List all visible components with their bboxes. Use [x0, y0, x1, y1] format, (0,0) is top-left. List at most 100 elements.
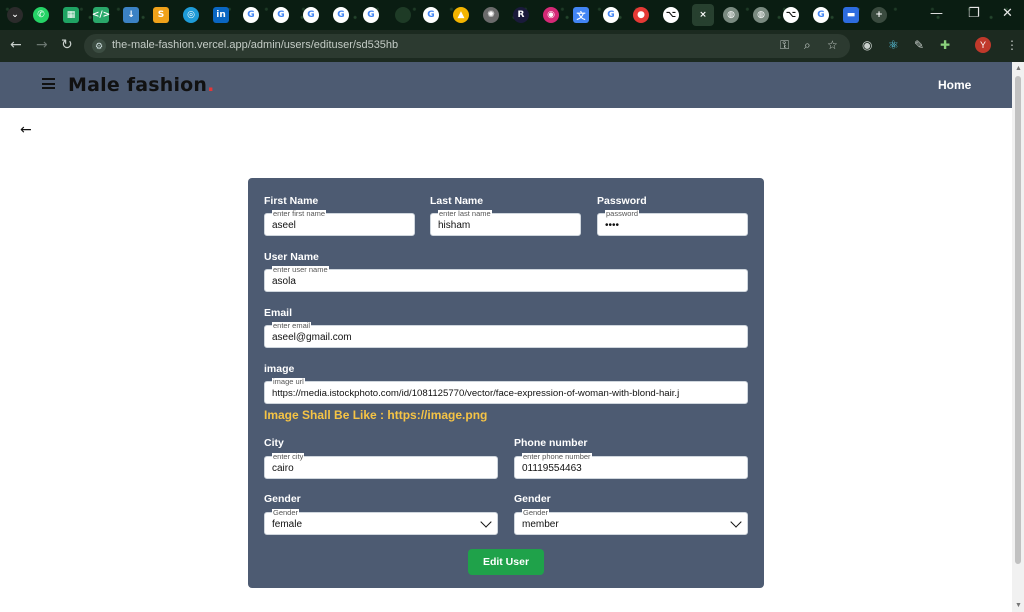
role-select[interactable]: Gender member — [514, 508, 748, 535]
extensions-puzzle-icon[interactable]: ✚ — [940, 38, 950, 52]
city-value[interactable]: cairo — [272, 463, 294, 474]
back-nav-icon[interactable]: ← — [10, 37, 22, 53]
download-icon: ↓ — [123, 7, 139, 23]
hamburger-menu-icon[interactable] — [42, 78, 55, 89]
first-name-value[interactable]: aseel — [272, 220, 296, 231]
extension-dropper-icon[interactable]: ✎ — [914, 38, 924, 52]
last-name-field[interactable]: enter last name hisham — [430, 210, 581, 236]
ai-icon: ✺ — [483, 7, 499, 23]
extension-atom-icon[interactable]: ⚛ — [888, 38, 899, 52]
gender-value[interactable]: female — [272, 519, 302, 530]
browser-tab[interactable]: ● — [630, 4, 652, 26]
email-value[interactable]: aseel@gmail.com — [272, 332, 352, 343]
image-format-hint: Image Shall Be Like : https://image.png — [264, 408, 488, 422]
sheets-icon: ▦ — [63, 7, 79, 23]
chevron-down-icon[interactable] — [730, 516, 742, 528]
linkedin-icon: in — [213, 7, 229, 23]
browser-tab[interactable]: 文 — [570, 4, 592, 26]
browser-tab[interactable]: ↓ — [120, 4, 142, 26]
browser-tab[interactable]: G — [420, 4, 442, 26]
extension-react-icon[interactable]: ◉ — [862, 38, 872, 52]
minimize-window-icon[interactable]: — — [930, 6, 943, 21]
whatsapp-icon: ✆ — [33, 7, 49, 23]
image-url-value[interactable]: https://media.istockphoto.com/id/1081125… — [272, 388, 744, 399]
site-logo[interactable]: Male fashion. — [68, 74, 215, 96]
bookmark-star-icon[interactable]: ☆ — [827, 38, 838, 52]
browser-tab[interactable] — [392, 4, 414, 26]
browser-tab[interactable]: G — [300, 4, 322, 26]
browser-tab[interactable]: ⌥ — [660, 4, 682, 26]
browser-tab[interactable]: ▲ — [450, 4, 472, 26]
browser-tab[interactable]: </> — [90, 4, 112, 26]
browser-tab[interactable]: ◍ — [720, 4, 742, 26]
page-scrollbar[interactable]: ▲ ▼ — [1012, 62, 1024, 612]
restore-window-icon[interactable]: ❐ — [968, 6, 980, 21]
drive-icon: ▲ — [453, 7, 469, 23]
browser-tab[interactable]: in — [210, 4, 232, 26]
zoom-icon[interactable]: ⌕ — [804, 38, 811, 53]
phone-value[interactable]: 01119554463 — [522, 463, 582, 474]
chevron-down-icon[interactable] — [480, 516, 492, 528]
page-viewport: Male fashion. Home ← First Name enter fi… — [0, 62, 1012, 612]
scrollbar-thumb[interactable] — [1015, 76, 1021, 564]
code-icon: </> — [92, 7, 110, 23]
gender-select[interactable]: Gender female — [264, 509, 498, 535]
phone-label: Phone number — [514, 437, 588, 449]
google-icon: G — [303, 7, 319, 23]
browser-tab[interactable]: G — [360, 4, 382, 26]
browser-tab[interactable]: ✺ — [480, 4, 502, 26]
browser-tab[interactable]: G — [270, 4, 292, 26]
browser-tab[interactable]: ◉ — [540, 4, 562, 26]
role-value[interactable]: member — [522, 519, 559, 530]
browser-tab[interactable]: R — [510, 4, 532, 26]
edit-user-button[interactable]: Edit User — [468, 549, 544, 575]
forward-nav-icon[interactable]: → — [36, 37, 48, 53]
phone-field[interactable]: enter phone number 01119554463 — [514, 453, 748, 479]
browser-tab[interactable]: G — [810, 4, 832, 26]
image-url-field[interactable]: image url https://media.istockphoto.com/… — [264, 378, 748, 404]
email-field[interactable]: enter email aseel@gmail.com — [264, 322, 748, 348]
last-name-value[interactable]: hisham — [438, 220, 470, 231]
site-info-icon[interactable]: ⚙ — [92, 39, 106, 53]
browser-tab[interactable]: ✆ — [30, 4, 52, 26]
first-name-field[interactable]: enter first name aseel — [264, 210, 415, 236]
new-tab-icon: + — [871, 7, 887, 23]
browser-tab[interactable]: G — [600, 4, 622, 26]
browser-tab[interactable]: ▦ — [60, 4, 82, 26]
username-field[interactable]: enter user name asola — [264, 266, 748, 292]
browser-tab[interactable]: ▬ — [840, 4, 862, 26]
url-text[interactable]: the-male-fashion.vercel.app/admin/users/… — [112, 39, 398, 51]
browser-menu-icon[interactable]: ⋮ — [1006, 38, 1018, 52]
username-value[interactable]: asola — [272, 276, 296, 287]
browser-tab[interactable]: ◍ — [750, 4, 772, 26]
chevron-down-icon: ⌄ — [7, 7, 23, 23]
password-field[interactable]: password •••• — [597, 210, 748, 236]
browser-tab[interactable]: G — [330, 4, 352, 26]
scroll-up-icon[interactable]: ▲ — [1015, 65, 1022, 72]
browser-tab[interactable]: G — [240, 4, 262, 26]
browser-tab[interactable]: ◎ — [180, 4, 202, 26]
city-field[interactable]: enter city cairo — [264, 453, 498, 479]
browser-tab-strip: ⌄ ✆ ▦ </> ↓ S ◎ in G G G G G G ▲ ✺ R ◉ 文 G ● ⌥ × ◍ ◍ ⌥ G ▬ + — [0, 0, 1024, 30]
address-bar[interactable]: ⚙ the-male-fashion.vercel.app/admin/user… — [84, 34, 850, 58]
browser-tab[interactable]: × — [692, 4, 714, 26]
logo-dot: . — [207, 74, 215, 96]
google-icon: G — [243, 7, 259, 23]
profile-avatar[interactable]: Y — [975, 37, 991, 53]
password-value[interactable]: •••• — [605, 220, 619, 231]
browser-tab[interactable]: + — [868, 4, 890, 26]
username-label: User Name — [264, 251, 319, 263]
reload-icon[interactable]: ↻ — [61, 37, 73, 53]
close-window-icon[interactable]: ✕ — [1002, 6, 1013, 21]
browser-tab[interactable]: ⌄ — [4, 4, 26, 26]
browser-tab[interactable]: ⌥ — [780, 4, 802, 26]
google-icon: G — [813, 7, 829, 23]
nav-home-link[interactable]: Home — [938, 78, 971, 92]
browser-tab[interactable]: S — [150, 4, 172, 26]
back-arrow-icon[interactable]: ← — [20, 122, 32, 138]
scroll-down-icon[interactable]: ▼ — [1015, 602, 1022, 609]
password-key-icon[interactable]: ⚿ — [780, 38, 789, 53]
last-name-label: Last Name — [430, 195, 484, 207]
site-header: Male fashion. Home — [0, 62, 1012, 108]
role-placeholder: Gender — [522, 508, 550, 517]
